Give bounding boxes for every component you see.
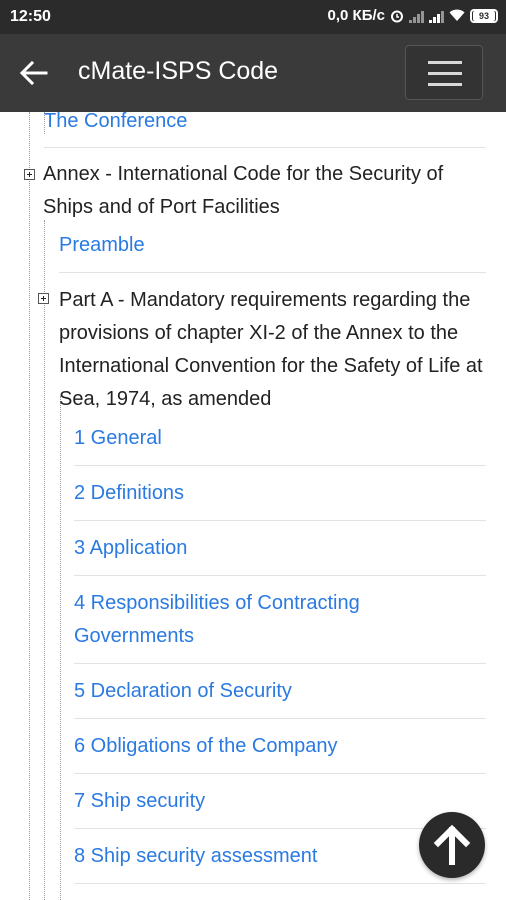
- signal-icon-2: [429, 9, 444, 23]
- expand-part-a-icon[interactable]: [38, 293, 49, 304]
- status-time: 12:50: [10, 8, 51, 25]
- signal-icon: [409, 9, 424, 23]
- toc-item-8[interactable]: 8 Ship security assessment: [74, 840, 317, 873]
- toc-item-5[interactable]: 5 Declaration of Security: [74, 675, 292, 708]
- toc-node-part-a[interactable]: Part A - Mandatory requirements regardin…: [59, 284, 491, 416]
- battery-icon: 93: [470, 8, 498, 23]
- alarm-icon: [391, 10, 403, 22]
- status-bar: 12:50 0,0 КБ/с 93: [0, 0, 506, 34]
- back-arrow-icon[interactable]: [18, 59, 48, 87]
- expand-annex-icon[interactable]: [24, 169, 35, 180]
- menu-button[interactable]: [405, 45, 483, 100]
- status-right: 0,0 КБ/с 93: [328, 7, 498, 24]
- app-bar: cMate-ISPS Code: [0, 34, 506, 112]
- app-title: cMate-ISPS Code: [78, 57, 279, 85]
- battery-level: 93: [473, 10, 495, 21]
- toc-link-conference[interactable]: The Conference: [44, 112, 187, 138]
- arrow-up-icon: [433, 824, 471, 865]
- hamburger-icon: [428, 61, 462, 64]
- toc-item-2[interactable]: 2 Definitions: [74, 477, 184, 510]
- toc-item-3[interactable]: 3 Application: [74, 532, 187, 565]
- network-speed: 0,0 КБ/с: [327, 7, 385, 24]
- toc-item-6[interactable]: 6 Obligations of the Company: [74, 730, 338, 763]
- wifi-icon: [449, 9, 465, 21]
- toc-node-annex[interactable]: Annex - International Code for the Secur…: [43, 158, 483, 224]
- toc-link-preamble[interactable]: Preamble: [59, 229, 145, 262]
- toc-item-7[interactable]: 7 Ship security: [74, 785, 205, 818]
- toc-item-1[interactable]: 1 General: [74, 422, 162, 455]
- scroll-top-button[interactable]: [419, 812, 485, 878]
- toc-item-4[interactable]: 4 Responsibilities of Contracting Govern…: [74, 587, 474, 653]
- toc-tree: The Conference Annex - International Cod…: [0, 112, 506, 900]
